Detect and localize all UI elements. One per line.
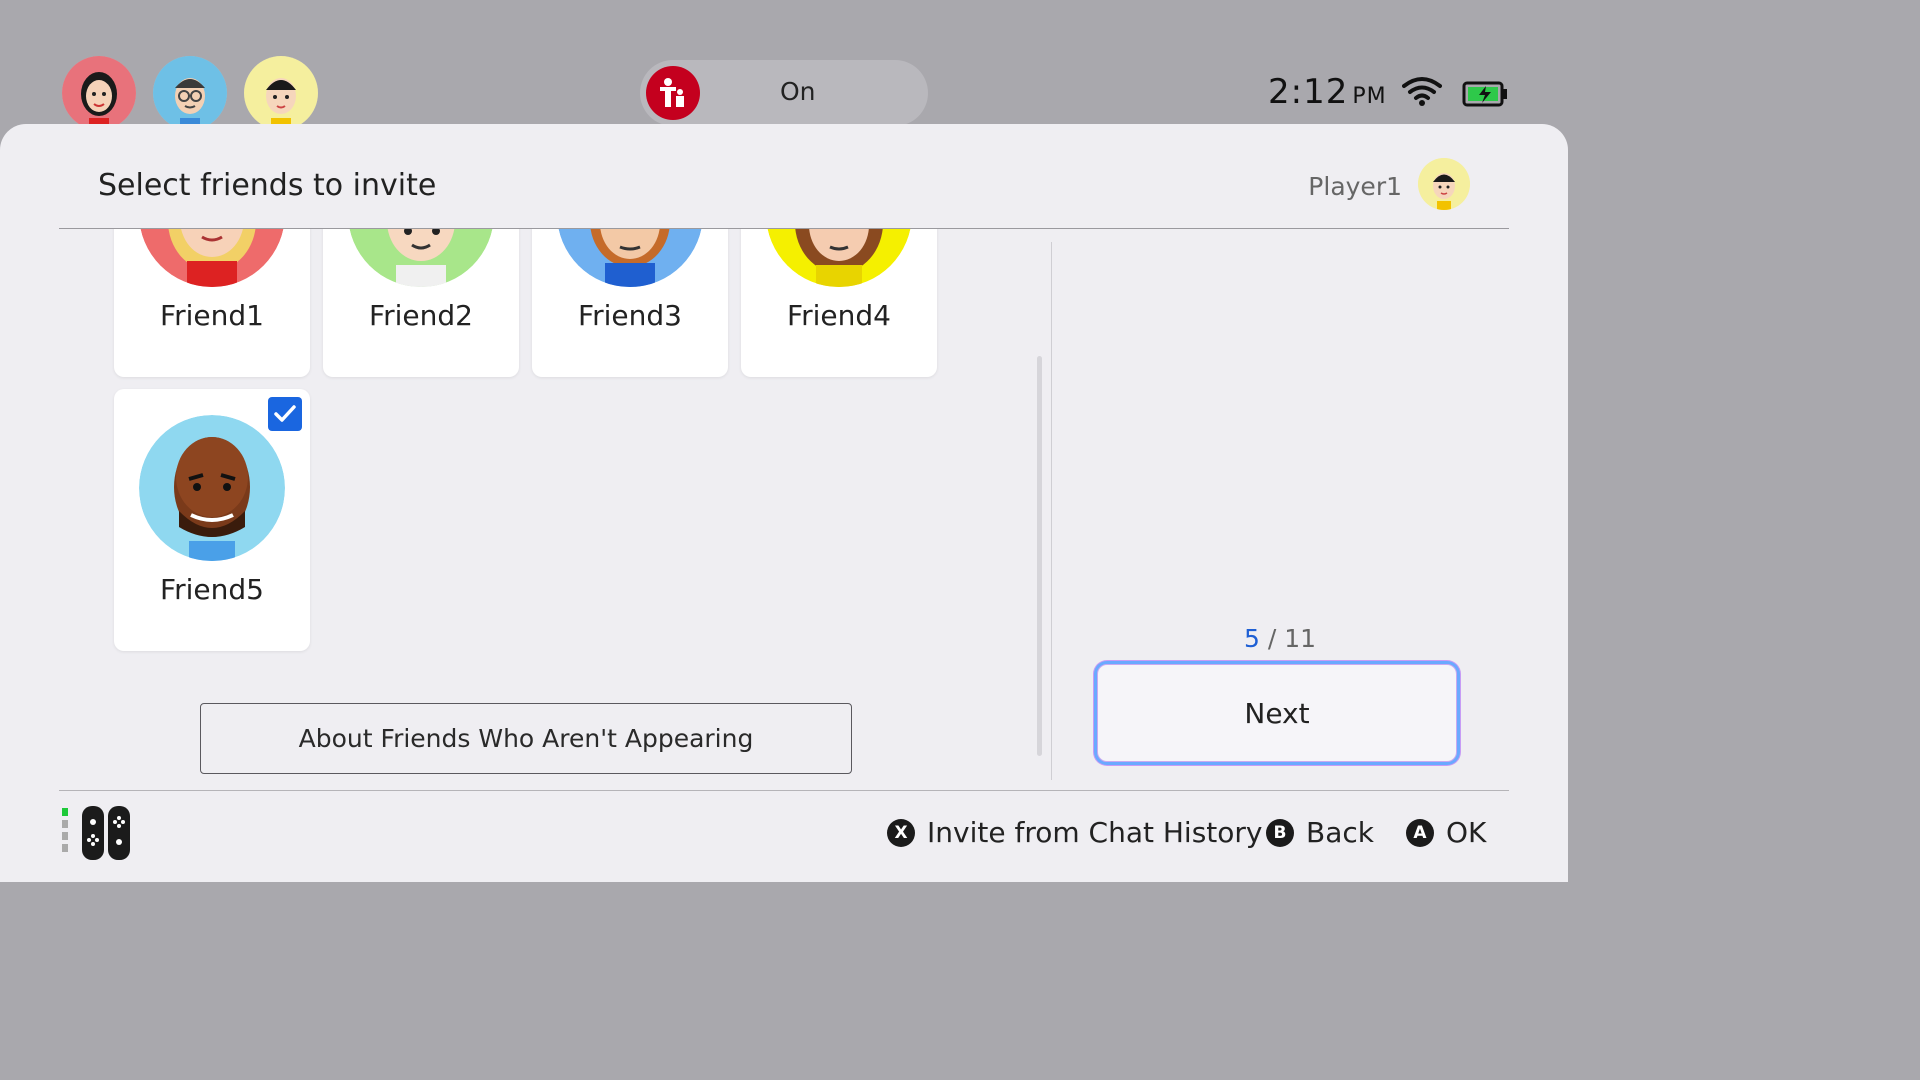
friend-avatar [139,415,285,561]
friend-grid[interactable]: Friend1 Friend2 Friend3 Friend4 Friend5 [110,229,950,769]
selection-max: 11 [1284,624,1317,653]
clock-ampm: PM [1352,84,1387,109]
friend-card-2[interactable]: Friend2 [323,229,519,377]
friend-name: Friend4 [787,299,891,332]
user-avatar-3[interactable] [244,56,318,130]
selected-checkbox[interactable] [268,397,302,431]
battery-charging-icon [1462,80,1510,112]
selection-separator: / [1267,624,1277,653]
joycon-controller-icon [62,806,136,864]
wifi-icon [1402,76,1442,110]
parental-controls-icon [646,66,700,120]
friend-avatar [139,229,285,287]
friend-avatar [557,229,703,287]
page-title: Select friends to invite [98,168,437,203]
b-button-icon: B [1266,818,1294,847]
hint-ok[interactable]: A OK [1406,816,1486,849]
hint-label: Back [1306,816,1374,849]
hint-label: Invite from Chat History [927,816,1263,849]
footer-divider [59,790,1509,791]
about-missing-friends-button[interactable]: About Friends Who Aren't Appearing [200,703,852,774]
hint-invite-from-chat[interactable]: X Invite from Chat History [887,816,1262,849]
x-button-icon: X [887,818,915,847]
invite-panel: Select friends to invite Player1 Friend1… [0,124,1568,882]
selection-counter: 5 / 11 [1244,624,1316,653]
friend-card-1[interactable]: Friend1 [114,229,310,377]
user-avatar-1[interactable] [62,56,136,130]
friend-name: Friend1 [160,299,264,332]
parental-controls-status: On [780,77,816,106]
selection-current: 5 [1244,624,1260,653]
friend-avatar [348,229,494,287]
friend-card-5[interactable]: Friend5 [114,389,310,651]
clock-time: 2:12 [1268,72,1349,112]
friend-card-4[interactable]: Friend4 [741,229,937,377]
checkmark-icon [274,405,296,422]
player-name: Player1 [1308,172,1402,201]
friend-list-scrollbar[interactable] [1037,356,1042,756]
friend-name: Friend2 [369,299,473,332]
friend-card-3[interactable]: Friend3 [532,229,728,377]
a-button-icon: A [1406,818,1434,847]
parental-controls-pill[interactable]: On [640,60,928,126]
friend-name: Friend3 [578,299,682,332]
user-avatar-2[interactable] [153,56,227,130]
friend-name: Friend5 [160,573,264,606]
clock: 2:12 PM [1268,72,1387,112]
column-divider [1051,242,1052,780]
hint-label: OK [1446,816,1487,849]
hint-back[interactable]: B Back [1266,816,1374,849]
player-avatar [1418,158,1470,210]
friend-avatar [766,229,912,287]
next-button[interactable]: Next [1097,664,1457,762]
